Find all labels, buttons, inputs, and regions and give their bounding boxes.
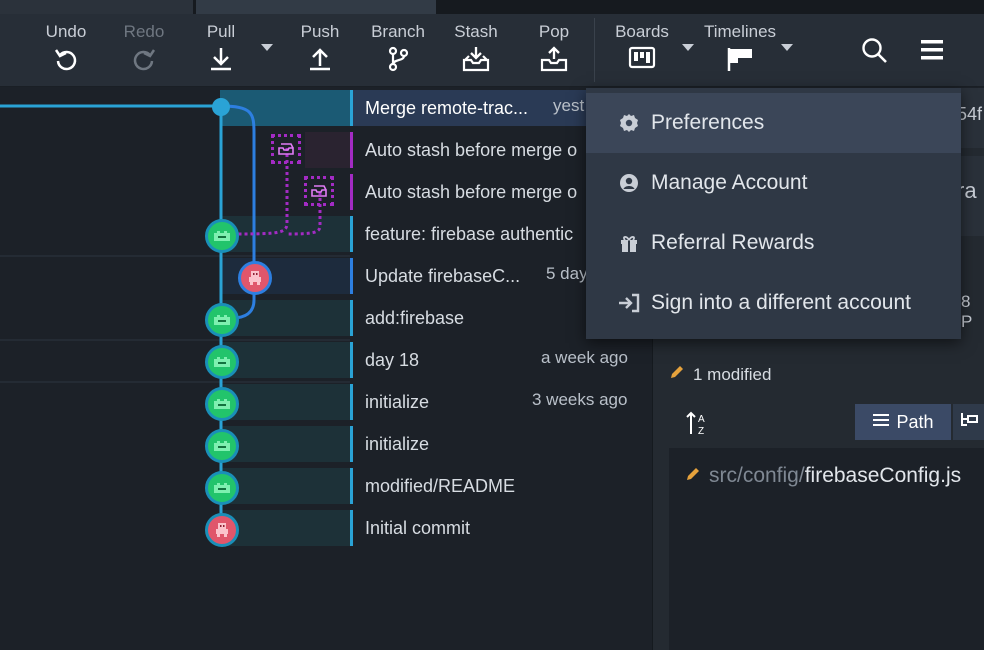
branch-button[interactable]: Branch [368,14,428,86]
commit-graph: Merge remote-trac... yest Auto stash bef… [0,88,652,650]
stash-button[interactable]: Stash [452,14,500,86]
commit-message: day 18 [365,350,420,370]
timelines-button[interactable]: Timelines [702,14,778,86]
tab-strip [0,0,984,14]
menu-item-manage-account[interactable]: Manage Account [586,153,961,213]
svg-text:A: A [698,414,705,425]
commit-time: 5 day [546,264,588,283]
menu-item-label: Manage Account [651,171,808,194]
commit-message: Auto stash before merge o [365,182,578,202]
menu-item-label: Referral Rewards [651,231,815,254]
redo-button[interactable]: Redo [118,14,170,86]
account-dropdown-menu: Preferences Manage Account Referral Rewa… [586,88,961,339]
timelines-icon [726,46,754,77]
boards-options-caret[interactable] [682,44,694,51]
pull-icon [208,46,234,77]
avatar-red-node[interactable] [205,513,239,547]
menu-item-sign-in-different-account[interactable]: Sign into a different account [586,273,961,333]
sign-in-icon [617,293,641,313]
commit-time: a week ago [541,348,628,367]
commit-message: modified/README [365,476,516,496]
menu-item-preferences[interactable]: Preferences [586,93,961,153]
file-directory: src/config/ [709,464,805,487]
undo-icon [53,46,79,77]
toolbar: Undo Redo Pull Push Branch Stash Pop Boa… [0,14,984,87]
menu-item-label: Sign into a different account [651,291,911,314]
pull-options-caret[interactable] [261,44,273,51]
pull-label: Pull [206,22,236,41]
file-item[interactable]: src/config/ firebaseConfig.js [685,464,961,488]
svg-text:Z: Z [698,426,704,436]
commit-message: Update firebaseC... [365,266,521,286]
redo-icon [131,46,157,77]
commit-message: add:firebase [365,308,465,328]
push-button[interactable]: Push [298,14,342,86]
modified-count: 1 modified [669,364,771,385]
modified-count-label: 1 modified [693,364,772,384]
timelines-label: Timelines [703,22,777,41]
avatar-green-node[interactable] [205,429,239,463]
pencil-icon [669,364,685,385]
undo-button[interactable]: Undo [40,14,92,86]
commit-message: Merge remote-trac... [365,98,529,118]
commit-message: Initial commit [365,518,471,538]
avatar-red-node[interactable] [238,261,272,295]
avatar-green-node[interactable] [205,303,239,337]
commit-message: initialize [365,392,430,412]
gear-icon [617,113,641,133]
tree-icon [959,411,979,434]
file-name: firebaseConfig.js [804,464,962,487]
stash-label: Stash [454,22,498,41]
avatar-green-node[interactable] [205,387,239,421]
avatar-green-node[interactable] [205,471,239,505]
gift-icon [617,233,641,253]
pop-label: Pop [538,22,570,41]
redo-label: Redo [123,22,165,41]
boards-button[interactable]: Boards [612,14,672,86]
avatar-green-node[interactable] [205,345,239,379]
sort-az-icon[interactable]: AZ [685,410,711,441]
path-view-button[interactable]: Path [855,404,951,440]
stash-node-icon[interactable] [304,176,334,206]
commit-time: yest [553,96,585,115]
push-label: Push [300,22,340,41]
commit-message: initialize [365,434,430,454]
branch-icon [385,46,411,77]
pop-icon [540,46,568,77]
stash-node-icon[interactable] [271,134,301,164]
branch-label: Branch [371,22,425,41]
commit-message: Auto stash before merge o [365,140,578,160]
push-icon [307,46,333,77]
account-icon [617,173,641,193]
pencil-icon [685,466,701,487]
commit-message: feature: firebase authentic [365,224,574,244]
hamburger-menu-icon[interactable] [920,39,944,66]
tab-inactive[interactable] [0,0,193,14]
boards-label: Boards [615,22,669,41]
path-view-label: Path [896,411,934,432]
boards-icon [628,46,656,75]
menu-item-referral-rewards[interactable]: Referral Rewards [586,213,961,273]
menu-item-label: Preferences [651,111,765,134]
stash-icon [462,46,490,77]
tree-view-button[interactable] [953,404,984,440]
avatar-green-node[interactable] [205,219,239,253]
timelines-options-caret[interactable] [781,44,793,51]
commit-time: 3 weeks ago [532,390,628,409]
search-icon[interactable] [860,36,888,69]
pop-button[interactable]: Pop [532,14,576,86]
toolbar-divider [594,18,595,82]
pull-button[interactable]: Pull [200,14,242,86]
tab-active[interactable] [196,0,436,14]
file-list: src/config/ firebaseConfig.js [669,448,984,650]
commit-author-text: 8 P [961,292,973,331]
undo-label: Undo [45,22,87,41]
list-icon [872,413,890,432]
merge-commit-node[interactable] [212,98,230,116]
